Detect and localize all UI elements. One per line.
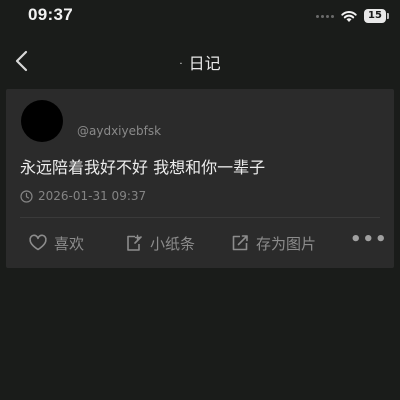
like-button[interactable]: 喜欢 [28, 233, 84, 254]
save-image-button[interactable]: 存为图片 [230, 233, 316, 254]
diary-card: @aydxiyebfsk 永远陪着我好不好 我想和你一辈子 2026-01-31… [6, 89, 394, 268]
note-label: 小纸条 [150, 234, 196, 253]
wifi-icon [341, 10, 357, 22]
divider [20, 217, 380, 218]
title-dot: · [179, 59, 183, 70]
share-image-icon [232, 235, 248, 251]
note-button[interactable]: 小纸条 [124, 233, 195, 254]
post-content: 永远陪着我好不好 我想和你一辈子 [20, 158, 266, 177]
heart-icon [29, 234, 47, 251]
clock-icon [20, 189, 33, 203]
post-datetime: 2026-01-31 09:37 [20, 189, 146, 203]
status-bar: 09:37 15 [0, 0, 400, 34]
page-title: · 日记 [0, 50, 400, 74]
action-bar: 喜欢 小纸条 存为图片 ••• [20, 229, 387, 255]
nav-bar: · 日记 [0, 44, 400, 78]
more-button[interactable]: ••• [350, 229, 388, 250]
signal-icon [316, 14, 334, 18]
sticky-note-icon [127, 234, 142, 251]
post-datetime-text: 2026-01-31 09:37 [38, 189, 147, 203]
like-label: 喜欢 [54, 234, 85, 253]
status-time: 09:37 [28, 5, 73, 24]
username[interactable]: @aydxiyebfsk [77, 124, 161, 138]
save-image-label: 存为图片 [256, 234, 317, 253]
avatar[interactable] [21, 100, 63, 142]
battery-icon: 15 [364, 9, 389, 23]
page-title-text: 日记 [188, 54, 221, 73]
status-indicators: 15 [316, 9, 389, 23]
